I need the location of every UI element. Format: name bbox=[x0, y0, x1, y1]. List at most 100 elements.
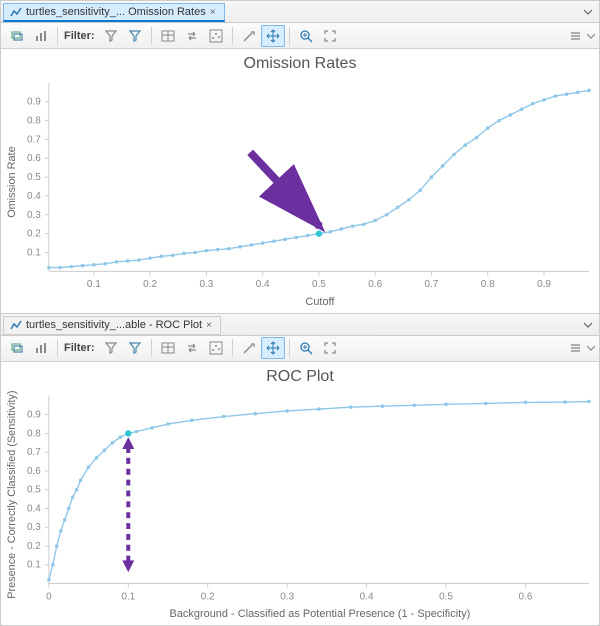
separator bbox=[151, 27, 152, 45]
swap-icon bbox=[185, 341, 199, 355]
zoom-in-button[interactable] bbox=[294, 25, 318, 47]
x-axis-label: Background - Classified as Potential Pre… bbox=[170, 608, 471, 620]
filter-extent-button[interactable] bbox=[99, 25, 123, 47]
svg-text:0.4: 0.4 bbox=[360, 591, 374, 602]
funnel-selection-icon bbox=[128, 29, 142, 43]
svg-text:0.4: 0.4 bbox=[27, 191, 41, 202]
clear-selection-button[interactable] bbox=[237, 337, 261, 359]
caret-down-icon bbox=[584, 321, 592, 329]
table-button[interactable] bbox=[156, 337, 180, 359]
y-axis: 0.10.20.30.40.50.60.70.80.9 bbox=[27, 83, 49, 271]
filter-selection-button[interactable] bbox=[123, 337, 147, 359]
zoom-in-button[interactable] bbox=[294, 337, 318, 359]
swap-icon bbox=[185, 29, 199, 43]
svg-text:0.5: 0.5 bbox=[27, 485, 41, 496]
roc-chart-area[interactable]: ROC Plot 0.10.20.30.40.50.60.70.80.9 00.… bbox=[1, 362, 599, 625]
tab-roc-plot[interactable]: turtles_sensitivity_...able - ROC Plot × bbox=[3, 316, 221, 335]
swap-axes-button[interactable] bbox=[180, 337, 204, 359]
svg-text:0.3: 0.3 bbox=[27, 522, 41, 533]
svg-text:0.2: 0.2 bbox=[201, 591, 215, 602]
svg-text:0.4: 0.4 bbox=[256, 279, 270, 290]
list-options-button[interactable] bbox=[563, 25, 587, 47]
layers-button[interactable] bbox=[5, 337, 29, 359]
bar-chart-icon bbox=[34, 29, 48, 43]
chart-title: Omission Rates bbox=[1, 49, 599, 73]
svg-text:0.8: 0.8 bbox=[481, 279, 495, 290]
chart-icon bbox=[10, 319, 22, 331]
close-icon[interactable]: × bbox=[210, 7, 216, 18]
layers-icon bbox=[10, 29, 24, 43]
chart-settings-button[interactable] bbox=[204, 25, 228, 47]
x-axis: 00.10.20.30.40.50.6 bbox=[46, 583, 589, 602]
svg-text:0.3: 0.3 bbox=[199, 279, 213, 290]
filter-label: Filter: bbox=[64, 342, 95, 354]
funnel-extent-icon bbox=[104, 29, 118, 43]
omission-series bbox=[49, 90, 589, 267]
table-icon bbox=[161, 341, 175, 355]
svg-text:0.8: 0.8 bbox=[27, 428, 41, 439]
full-extent-icon bbox=[323, 341, 337, 355]
funnel-extent-icon bbox=[104, 341, 118, 355]
chart-toolbar: Filter: bbox=[1, 336, 599, 362]
swap-axes-button[interactable] bbox=[180, 25, 204, 47]
caret-down-icon bbox=[584, 8, 592, 16]
filter-label: Filter: bbox=[64, 30, 95, 42]
chart-settings-button[interactable] bbox=[204, 337, 228, 359]
pan-button[interactable] bbox=[261, 337, 285, 359]
svg-text:0.2: 0.2 bbox=[143, 279, 157, 290]
tab-omission-rates[interactable]: turtles_sensitivity_... Omission Rates × bbox=[3, 3, 225, 22]
roc-plot: 0.10.20.30.40.50.60.70.80.9 00.10.20.30.… bbox=[1, 386, 599, 623]
full-extent-button[interactable] bbox=[318, 25, 342, 47]
tab-overflow-button[interactable] bbox=[581, 318, 595, 332]
annotation-double-arrow bbox=[122, 437, 134, 572]
separator bbox=[232, 339, 233, 357]
table-button[interactable] bbox=[156, 25, 180, 47]
layers-button[interactable] bbox=[5, 25, 29, 47]
pan-icon bbox=[266, 29, 280, 43]
separator bbox=[151, 339, 152, 357]
pan-icon bbox=[266, 341, 280, 355]
omission-points bbox=[47, 89, 591, 270]
bar-chart-button[interactable] bbox=[29, 25, 53, 47]
filter-selection-button[interactable] bbox=[123, 25, 147, 47]
scatter-icon bbox=[209, 29, 223, 43]
svg-text:0.9: 0.9 bbox=[537, 279, 551, 290]
svg-text:0.6: 0.6 bbox=[27, 153, 41, 164]
tab-bar: turtles_sensitivity_...able - ROC Plot × bbox=[1, 314, 599, 336]
funnel-selection-icon bbox=[128, 341, 142, 355]
omission-chart-area[interactable]: Omission Rates 0.10.20.30.40.50.60.70.80… bbox=[1, 49, 599, 313]
tab-overflow-button[interactable] bbox=[581, 5, 595, 19]
svg-text:0.5: 0.5 bbox=[312, 279, 326, 290]
separator bbox=[57, 339, 58, 357]
svg-text:0.8: 0.8 bbox=[27, 116, 41, 127]
separator bbox=[232, 27, 233, 45]
svg-text:0.6: 0.6 bbox=[27, 466, 41, 477]
close-icon[interactable]: × bbox=[206, 320, 212, 331]
svg-text:0: 0 bbox=[46, 591, 52, 602]
svg-text:0.2: 0.2 bbox=[27, 229, 41, 240]
svg-text:0.5: 0.5 bbox=[439, 591, 453, 602]
svg-text:0.3: 0.3 bbox=[27, 210, 41, 221]
full-extent-button[interactable] bbox=[318, 337, 342, 359]
svg-text:0.5: 0.5 bbox=[27, 172, 41, 183]
tab-label: turtles_sensitivity_...able - ROC Plot bbox=[26, 319, 202, 331]
clear-selection-button[interactable] bbox=[237, 25, 261, 47]
layers-icon bbox=[10, 341, 24, 355]
clear-icon bbox=[242, 341, 256, 355]
separator bbox=[289, 27, 290, 45]
tab-bar: turtles_sensitivity_... Omission Rates × bbox=[1, 1, 599, 23]
x-axis: 0.10.20.30.40.50.60.70.80.9 bbox=[49, 271, 589, 290]
bar-chart-button[interactable] bbox=[29, 337, 53, 359]
svg-text:0.3: 0.3 bbox=[280, 591, 294, 602]
caret-down-icon bbox=[587, 32, 595, 40]
separator bbox=[57, 27, 58, 45]
annotation-arrow bbox=[250, 152, 320, 226]
clear-icon bbox=[242, 29, 256, 43]
omission-plot: 0.10.20.30.40.50.60.70.80.9 0.10.20.30.4… bbox=[1, 73, 599, 311]
pan-button[interactable] bbox=[261, 25, 285, 47]
list-options-button[interactable] bbox=[563, 337, 587, 359]
filter-extent-button[interactable] bbox=[99, 337, 123, 359]
chart-panel-roc: turtles_sensitivity_...able - ROC Plot ×… bbox=[1, 313, 599, 625]
svg-text:0.7: 0.7 bbox=[27, 447, 41, 458]
svg-text:0.7: 0.7 bbox=[425, 279, 439, 290]
